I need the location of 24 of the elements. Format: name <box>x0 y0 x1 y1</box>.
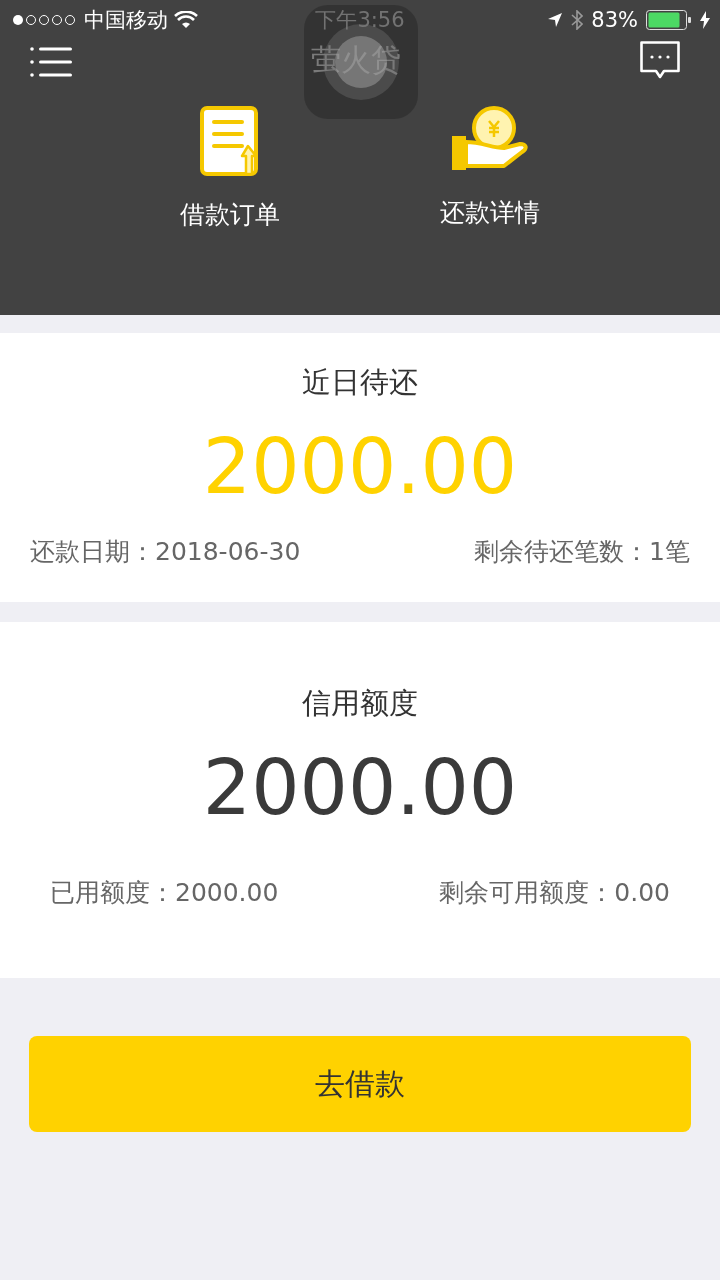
available-credit: 剩余可用额度：0.00 <box>439 877 670 909</box>
menu-icon[interactable] <box>30 47 72 77</box>
battery-percent: 83% <box>591 8 638 32</box>
document-icon[interactable] <box>200 106 260 176</box>
signal-icon <box>12 13 78 27</box>
card-title: 信用额度 <box>302 685 418 722</box>
message-icon[interactable] <box>640 41 680 79</box>
borrow-button[interactable]: 去借款 <box>29 1036 691 1132</box>
used-credit: 已用额度：2000.00 <box>50 877 279 909</box>
due-amount: 2000.00 <box>202 429 518 505</box>
coin-hand-icon[interactable] <box>452 106 528 170</box>
battery-icon <box>646 10 692 30</box>
remaining-count: 剩余待还笔数：1笔 <box>474 536 690 568</box>
assistive-touch-button[interactable] <box>304 5 418 119</box>
due-date: 还款日期：2018-06-30 <box>30 536 301 568</box>
shortcut-label[interactable]: 还款详情 <box>440 196 540 229</box>
location-icon <box>547 12 564 28</box>
bluetooth-icon <box>571 10 584 30</box>
wifi-icon <box>174 11 198 29</box>
status-time: 下午3:56 <box>315 7 405 34</box>
carrier-name: 中国移动 <box>84 7 168 34</box>
credit-amount: 2000.00 <box>202 750 518 826</box>
shortcut-label[interactable]: 借款订单 <box>180 198 280 231</box>
card-title: 近日待还 <box>302 364 418 401</box>
